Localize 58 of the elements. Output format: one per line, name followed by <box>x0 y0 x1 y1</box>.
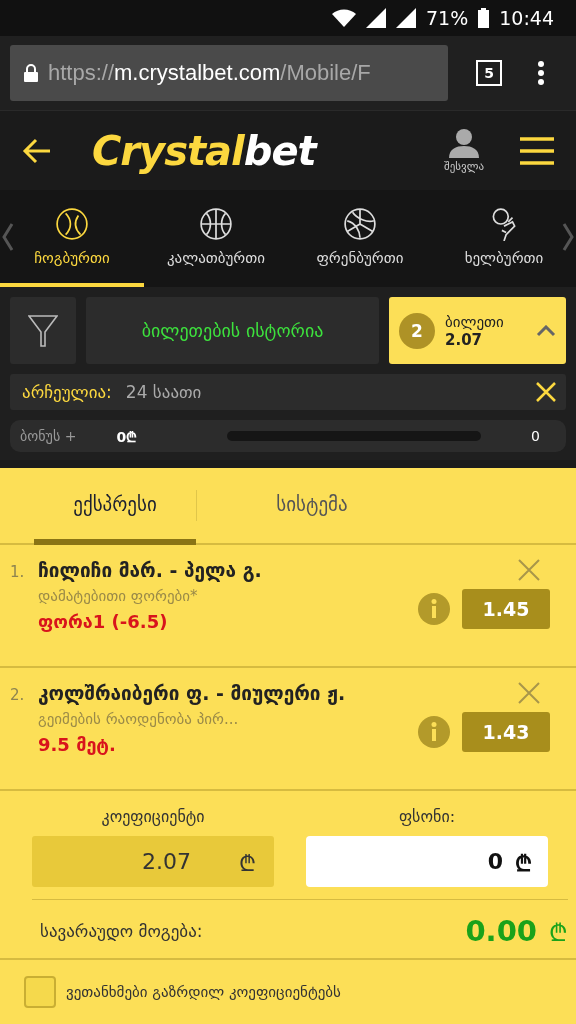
odds-value: 1.45 <box>462 589 550 629</box>
ticket-button[interactable]: 2 ბილეთი 2.07 <box>389 297 566 364</box>
sport-tab[interactable]: ფრენბურთი <box>288 190 432 287</box>
odds-label: კოეფიციენტი <box>101 807 205 826</box>
tennis-ball-icon <box>55 206 89 241</box>
signal-icon <box>396 8 416 28</box>
bonus-count: 0 <box>531 428 540 444</box>
battery-icon <box>478 8 490 28</box>
potential-win-label: სავარაუდო მოგება: <box>40 921 204 941</box>
logo: Crystalbet <box>92 127 319 174</box>
agree-label: ვეთანხმები გაზრდილ კოეფიციენტებს <box>66 983 341 1001</box>
back-arrow-icon[interactable] <box>22 137 52 164</box>
info-icon[interactable] <box>418 593 450 625</box>
filter-value: 24 საათი <box>125 382 203 402</box>
bet-pick: ფორა1 (-6.5) <box>38 611 169 632</box>
basketball-icon <box>199 206 233 241</box>
bet-type-tab[interactable]: სისტემა <box>231 468 393 545</box>
market-name: გეიმების რაოდენობა პირ... <box>38 710 240 728</box>
volleyball-icon <box>343 206 377 241</box>
sport-tab[interactable]: კალათბურთი <box>144 190 288 287</box>
sport-tab[interactable]: ხელბურთი <box>432 190 576 287</box>
lock-icon <box>24 64 38 82</box>
more-icon[interactable] <box>536 60 546 86</box>
user-icon[interactable] <box>448 128 480 158</box>
market-name: დამატებითი ფორები* <box>38 587 199 605</box>
bet-number: 2. <box>10 685 26 706</box>
filter-button[interactable] <box>10 297 76 364</box>
ticket-label: ბილეთი <box>445 312 505 331</box>
currency-sign: ₾ <box>549 917 568 948</box>
stake-field[interactable]: 0 ₾ <box>306 836 548 887</box>
odds-value: 1.43 <box>462 712 550 752</box>
stake-label: ფსონი: <box>398 807 456 826</box>
total-odds-box: 2.07 ₾ <box>32 836 274 887</box>
ticket-history-button[interactable]: ბილეთების ისტორია <box>86 297 379 364</box>
ticket-odds: 2.07 <box>445 330 483 349</box>
tab-count-button[interactable]: 5 <box>476 60 502 86</box>
funnel-icon <box>28 313 58 348</box>
clock-time: 10:44 <box>499 7 554 29</box>
filter-label: არჩეულია: <box>22 382 112 402</box>
bet-type-tab[interactable]: ექსპრესი <box>34 468 196 545</box>
wifi-icon <box>332 9 356 27</box>
bonus-label: ბონუს + <box>20 428 77 444</box>
menu-icon[interactable] <box>520 136 554 165</box>
chevron-right-icon[interactable] <box>562 222 574 252</box>
bonus-amount: 0₾ <box>116 427 138 446</box>
match-name: ჩილიჩი მარ. - პელა გ. <box>38 559 263 581</box>
chevron-left-icon[interactable] <box>2 222 14 252</box>
signal-icon <box>366 8 386 28</box>
agree-checkbox[interactable] <box>24 976 56 1008</box>
bet-pick: 9.5 მეტ. <box>38 734 117 755</box>
match-name: კოლშრაიბერი ფ. - მიულერი ჟ. <box>38 682 347 704</box>
info-icon[interactable] <box>418 716 450 748</box>
ticket-count-badge: 2 <box>399 312 435 349</box>
bet-number: 1. <box>10 562 26 583</box>
url-field[interactable]: https://m.crystalbet.com/Mobile/F <box>10 45 448 101</box>
battery-percent: 71% <box>426 7 469 29</box>
login-label[interactable]: შესვლა <box>444 160 484 173</box>
potential-win-value: 0.00 <box>465 914 537 948</box>
